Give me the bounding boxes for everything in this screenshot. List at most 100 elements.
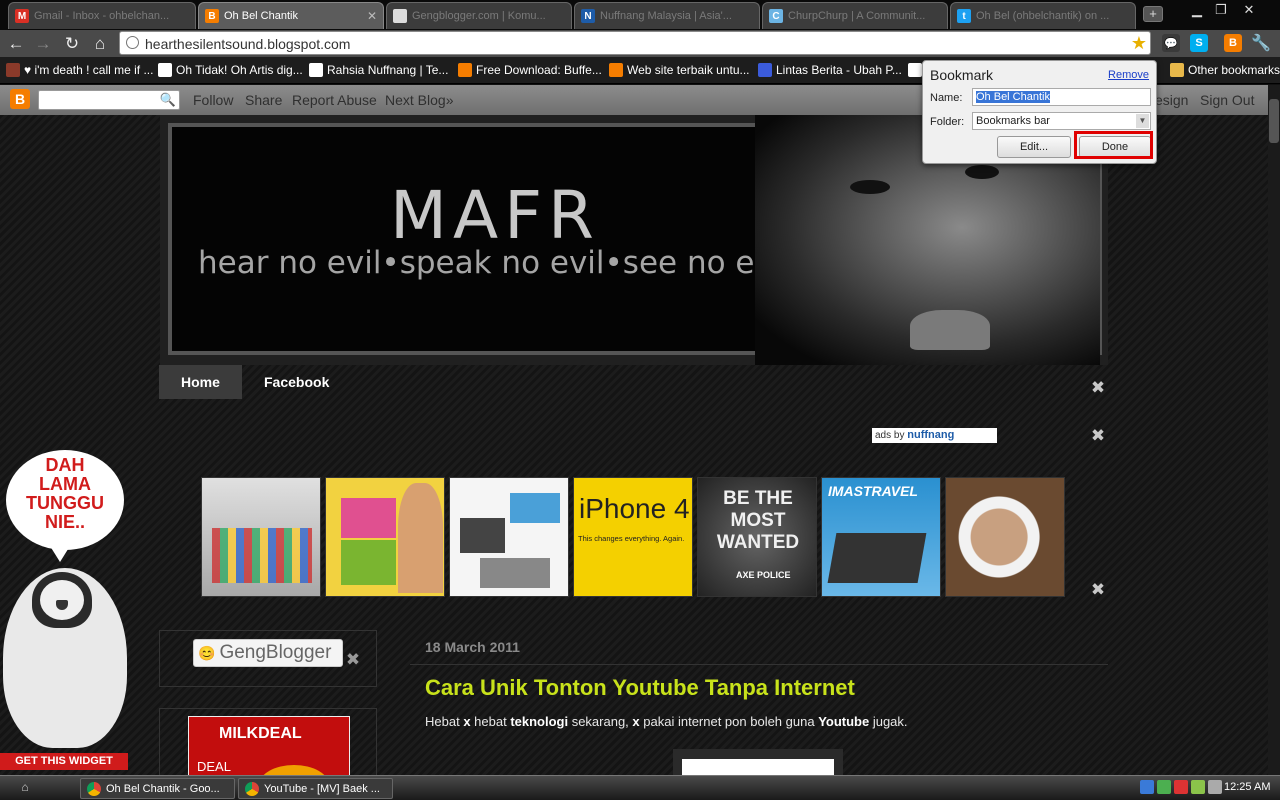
bookmark-item[interactable]: Lintas Berita - Ubah P... [758,62,902,78]
milkdeal-banner[interactable]: MILKDEAL DEAL SAVE [188,716,350,775]
sign-out-link[interactable]: Sign Out [1200,92,1254,108]
tab-nuffnang[interactable]: N Nuffnang Malaysia | Asia'... [574,2,760,29]
ad-box-shape [341,540,396,585]
bookmark-item[interactable]: Oh Tidak! Oh Artis dig... [158,62,303,78]
embed-content [682,759,834,775]
bookmark-folder-select[interactable]: Bookmarks bar ▼ [972,112,1151,130]
name-label: Name: [930,92,963,104]
tab-label: Oh Bel (ohbelchantik) on ... [976,10,1110,22]
follow-link[interactable]: Follow [193,92,233,108]
blogger-logo-icon[interactable]: B [10,89,30,109]
ad-coffee[interactable] [945,477,1065,597]
restore-icon[interactable]: ❐ [1210,2,1232,18]
ad-iphone-title: iPhone 4 [579,493,690,524]
volume-icon[interactable] [1208,780,1222,794]
tray-arrow-icon[interactable] [1140,780,1154,794]
post-text: hebat [470,714,511,729]
edit-bookmark-button[interactable]: Edit... [997,136,1071,158]
ad-imastravel-title: IMASTRAVEL [828,483,918,499]
ad-box-shape [341,498,396,538]
ad-iphone-sub: This changes everything. Again. [578,534,685,543]
remove-bookmark-link[interactable]: Remove [1108,69,1149,81]
tab-gengblogger[interactable]: Gengblogger.com | Komu... [386,2,572,29]
tab-churpchurp[interactable]: C ChurpChurp | A Communit... [762,2,948,29]
tab-gmail[interactable]: M Gmail - Inbox - ohbelchan... [8,2,196,29]
ad-crowd-shape [212,528,312,583]
edit-wrench-icon[interactable]: ✖ [1089,427,1107,445]
close-icon[interactable]: ✕ [367,9,377,23]
ad-most-wanted[interactable]: BE THE MOST WANTED AXE POLICE [697,477,817,597]
bookmark-folder-value: Bookmarks bar [976,115,1050,127]
home-icon[interactable]: ⌂ [90,34,110,54]
tab-label: ChurpChurp | A Communit... [788,10,926,22]
skype-icon[interactable]: S [1190,34,1208,52]
share-link[interactable]: Share [245,92,282,108]
ad-sign-shape [510,493,560,523]
scrollbar-thumb[interactable] [1269,99,1279,143]
new-tab-button[interactable]: + [1143,6,1163,22]
tab-oh-bel-chantik[interactable]: B Oh Bel Chantik ✕ [198,2,384,29]
next-blog-link[interactable]: Next Blog» [385,92,453,108]
wrench-menu-icon[interactable]: 🔧 [1251,34,1271,52]
bookmark-star-icon[interactable]: ★ [1131,33,1147,54]
bookmark-item[interactable] [908,62,922,78]
other-bookmarks[interactable]: Other bookmarks [1170,62,1280,78]
bookmark-favicon-icon [758,63,772,77]
blog-tagline: hear no evil•speak no evil•see no evil [198,245,791,281]
blog-menu: Home Facebook [159,365,1107,399]
bookmark-item[interactable]: Free Download: Buffe... [458,62,602,78]
post-text-bold: teknologi [510,714,569,729]
ads-by-nuffnang[interactable]: ads by nuffnang [872,428,997,443]
close-window-icon[interactable]: ✕ [1238,2,1260,18]
bookmark-item[interactable]: Rahsia Nuffnang | Te... [309,62,448,78]
chat-extension-icon[interactable]: 💬 [1162,34,1180,52]
get-this-widget-button[interactable]: GET THIS WIDGET [0,753,128,770]
menu-facebook[interactable]: Facebook [242,365,351,399]
page-icon [908,63,922,77]
back-icon[interactable]: ← [6,34,26,54]
bookmark-item[interactable]: Web site terbaik untu... [609,62,750,78]
chevron-down-icon[interactable]: ▼ [1136,114,1149,128]
menu-home[interactable]: Home [159,365,242,399]
tab-twitter[interactable]: t Oh Bel (ohbelchantik) on ... [950,2,1136,29]
blog-search-input[interactable]: 🔍 [38,90,180,110]
bookmark-item[interactable]: ♥ i'm death ! call me if ... [6,62,153,78]
bookmark-favicon-icon [158,63,172,77]
ad-boxes[interactable] [325,477,445,597]
ad-axe-label: AXE POLICE [736,570,791,580]
reload-icon[interactable]: ↻ [62,34,82,54]
post-text: pakai internet pon boleh guna [639,714,819,729]
bookmark-label: ♥ i'm death ! call me if ... [24,63,154,77]
report-abuse-link[interactable]: Report Abuse [292,92,377,108]
page-scrollbar[interactable] [1268,85,1280,775]
signal-icon[interactable] [1191,780,1205,794]
bookmark-label: Rahsia Nuffnang | Te... [327,63,449,77]
minimize-icon[interactable]: ▁ [1186,2,1208,18]
gengblogger-badge[interactable]: 😊 GengBlogger [193,639,343,667]
page-icon [393,9,407,23]
ad-group-photo[interactable] [201,477,321,597]
edit-wrench-icon[interactable]: ✖ [1089,379,1107,397]
ad-iphone4[interactable]: iPhone 4 This changes everything. Again. [573,477,693,597]
speech-bubble: DAH LAMA TUNGGU NIE.. [6,450,124,550]
taskbar-item[interactable]: Oh Bel Chantik - Goo... [80,778,235,799]
churpchurp-icon: C [769,9,783,23]
blog-title[interactable]: MAFR [390,177,600,254]
edit-wrench-icon[interactable]: ✖ [344,651,362,669]
start-icon[interactable]: ⌂ [14,780,36,796]
edit-wrench-icon[interactable]: ✖ [1089,581,1107,599]
ad-imastravel[interactable]: IMASTRAVEL [821,477,941,597]
post-title[interactable]: Cara Unik Tonton Youtube Tanpa Internet [425,675,855,701]
forward-icon[interactable]: → [33,34,53,54]
address-bar[interactable]: hearthesilentsound.blogspot.com ★ [119,31,1151,55]
chrome-icon [87,781,101,796]
taskbar-item[interactable]: YouTube - [MV] Baek ... [238,778,393,799]
bookmark-name-field[interactable]: Oh Bel Chantik [972,88,1151,106]
ad-electronics[interactable] [449,477,569,597]
nuffnang-icon: N [581,9,595,23]
security-icon[interactable] [1174,780,1188,794]
search-icon[interactable]: 🔍 [160,92,176,108]
design-link[interactable]: esign [1155,92,1188,108]
blogger-extension-icon[interactable]: B [1224,34,1242,52]
network-icon[interactable] [1157,780,1171,794]
